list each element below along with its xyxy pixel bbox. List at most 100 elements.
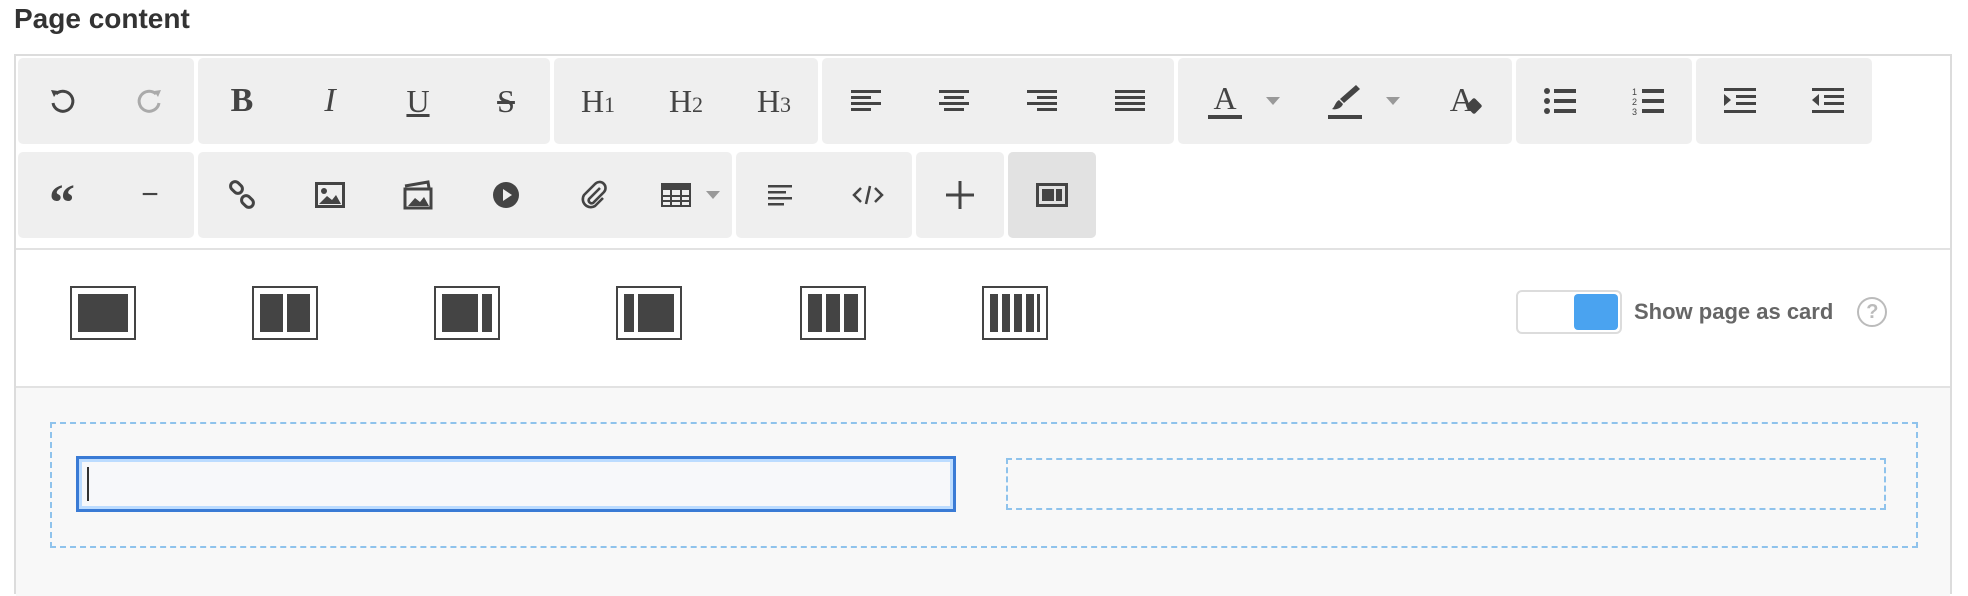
bullet-list-icon [1544,88,1576,114]
help-icon[interactable]: ? [1857,297,1888,327]
image-button[interactable] [286,152,374,238]
paperclip-icon [581,180,607,209]
layout-icon [1036,183,1068,207]
text-caret [87,467,89,501]
chevron-down-icon [1266,97,1280,105]
align-right-button[interactable] [998,58,1086,144]
chevron-down-icon [1386,97,1400,105]
link-icon [229,180,255,209]
paint-brush-icon [1328,83,1362,119]
heading-icon: H3 [756,82,792,119]
strikethrough-button[interactable]: S [462,58,550,144]
strikethrough-icon: S [497,82,515,119]
outdent-button[interactable] [1784,58,1872,144]
table-icon [661,183,691,207]
toolbar-group-format [736,152,912,238]
bold-icon: B [230,82,254,119]
toolbar-group-add [916,152,1004,238]
heading-icon: H1 [580,82,616,119]
align-left-button[interactable] [822,58,910,144]
underline-icon: U [406,82,430,119]
show-as-card-label: Show page as card [1634,299,1834,324]
layout-options-bar: Show page as card ? [16,250,1950,386]
align-center-icon [939,90,969,111]
minus-icon: − [141,178,159,211]
toolbar-group-layout [1008,152,1096,238]
toolbar-group-text-style: B I U S [198,58,550,144]
blockquote-button[interactable]: “ [18,152,106,238]
layout-wide-left[interactable] [434,286,500,340]
align-justify-icon [1115,90,1145,111]
clear-format-button[interactable]: A [1418,58,1506,144]
svg-text:2: 2 [1632,97,1637,107]
align-center-button[interactable] [910,58,998,144]
svg-text:1: 1 [1632,87,1637,97]
video-button[interactable] [462,152,550,238]
table-button[interactable] [638,152,732,238]
indent-icon [1724,88,1756,113]
align-left-icon [851,90,881,111]
layout-toggle-button[interactable] [1008,152,1096,238]
toolbar-group-alignment [822,58,1174,144]
paragraph-icon [768,185,792,206]
play-icon [493,182,519,208]
code-view-button[interactable] [824,152,912,238]
card-toggle-row: Show page as card ? [1516,290,1888,334]
quote-icon: “ [49,175,75,232]
layout-wide-right-icon [616,286,682,340]
undo-button[interactable] [18,58,106,144]
add-block-button[interactable] [916,152,1004,238]
toolbar-group-history [18,58,194,144]
toolbar-group-color: A A [1178,58,1512,144]
redo-icon [137,89,161,113]
layout-4col-icon [982,286,1048,340]
undo-icon [51,89,75,113]
editor-toolbar: B I U S H1 H2 H3 A A 1 2 3 “ − [16,56,1950,248]
code-icon [852,185,884,205]
toggle-knob [1574,294,1618,330]
layout-four-columns[interactable] [982,286,1048,340]
text-color-icon: A [1208,82,1242,119]
layout-one-column[interactable] [70,286,136,340]
italic-button[interactable]: I [286,58,374,144]
layout-three-columns[interactable] [800,286,866,340]
link-button[interactable] [198,152,286,238]
align-right-icon [1027,90,1057,111]
attachment-button[interactable] [550,152,638,238]
paragraph-button[interactable] [736,152,824,238]
layout-wide-left-icon [434,286,500,340]
toolbar-group-headings: H1 H2 H3 [554,58,818,144]
column-editor-right[interactable] [1006,458,1886,510]
layout-row [50,422,1918,548]
indent-button[interactable] [1696,58,1784,144]
text-color-button[interactable]: A [1178,58,1298,144]
page-title: Page content [14,3,190,34]
numbered-list-button[interactable]: 123 [1604,58,1692,144]
page-editor: B I U S H1 H2 H3 A A 1 2 3 “ − Show page… [14,54,1952,596]
heading2-button[interactable]: H2 [642,58,730,144]
toolbar-group-insert [198,152,732,238]
bullet-list-button[interactable] [1516,58,1604,144]
clear-format-icon: A [1450,82,1483,120]
toolbar-group-blocks: “ − [18,152,194,238]
highlight-color-button[interactable] [1298,58,1418,144]
toolbar-group-indent [1696,58,1872,144]
gallery-button[interactable] [374,152,462,238]
layout-1col-icon [70,286,136,340]
layout-two-columns[interactable] [252,286,318,340]
horizontal-rule-button[interactable]: − [106,152,194,238]
gallery-icon [403,180,433,210]
heading3-button[interactable]: H3 [730,58,818,144]
svg-text:3: 3 [1632,107,1637,115]
bold-button[interactable]: B [198,58,286,144]
outdent-icon [1812,88,1844,113]
layout-3col-icon [800,286,866,340]
align-justify-button[interactable] [1086,58,1174,144]
underline-button[interactable]: U [374,58,462,144]
show-as-card-toggle[interactable] [1516,290,1622,334]
heading1-button[interactable]: H1 [554,58,642,144]
redo-button[interactable] [106,58,194,144]
italic-icon: I [324,82,336,119]
column-editor-left[interactable] [76,456,956,512]
layout-wide-right[interactable] [616,286,682,340]
